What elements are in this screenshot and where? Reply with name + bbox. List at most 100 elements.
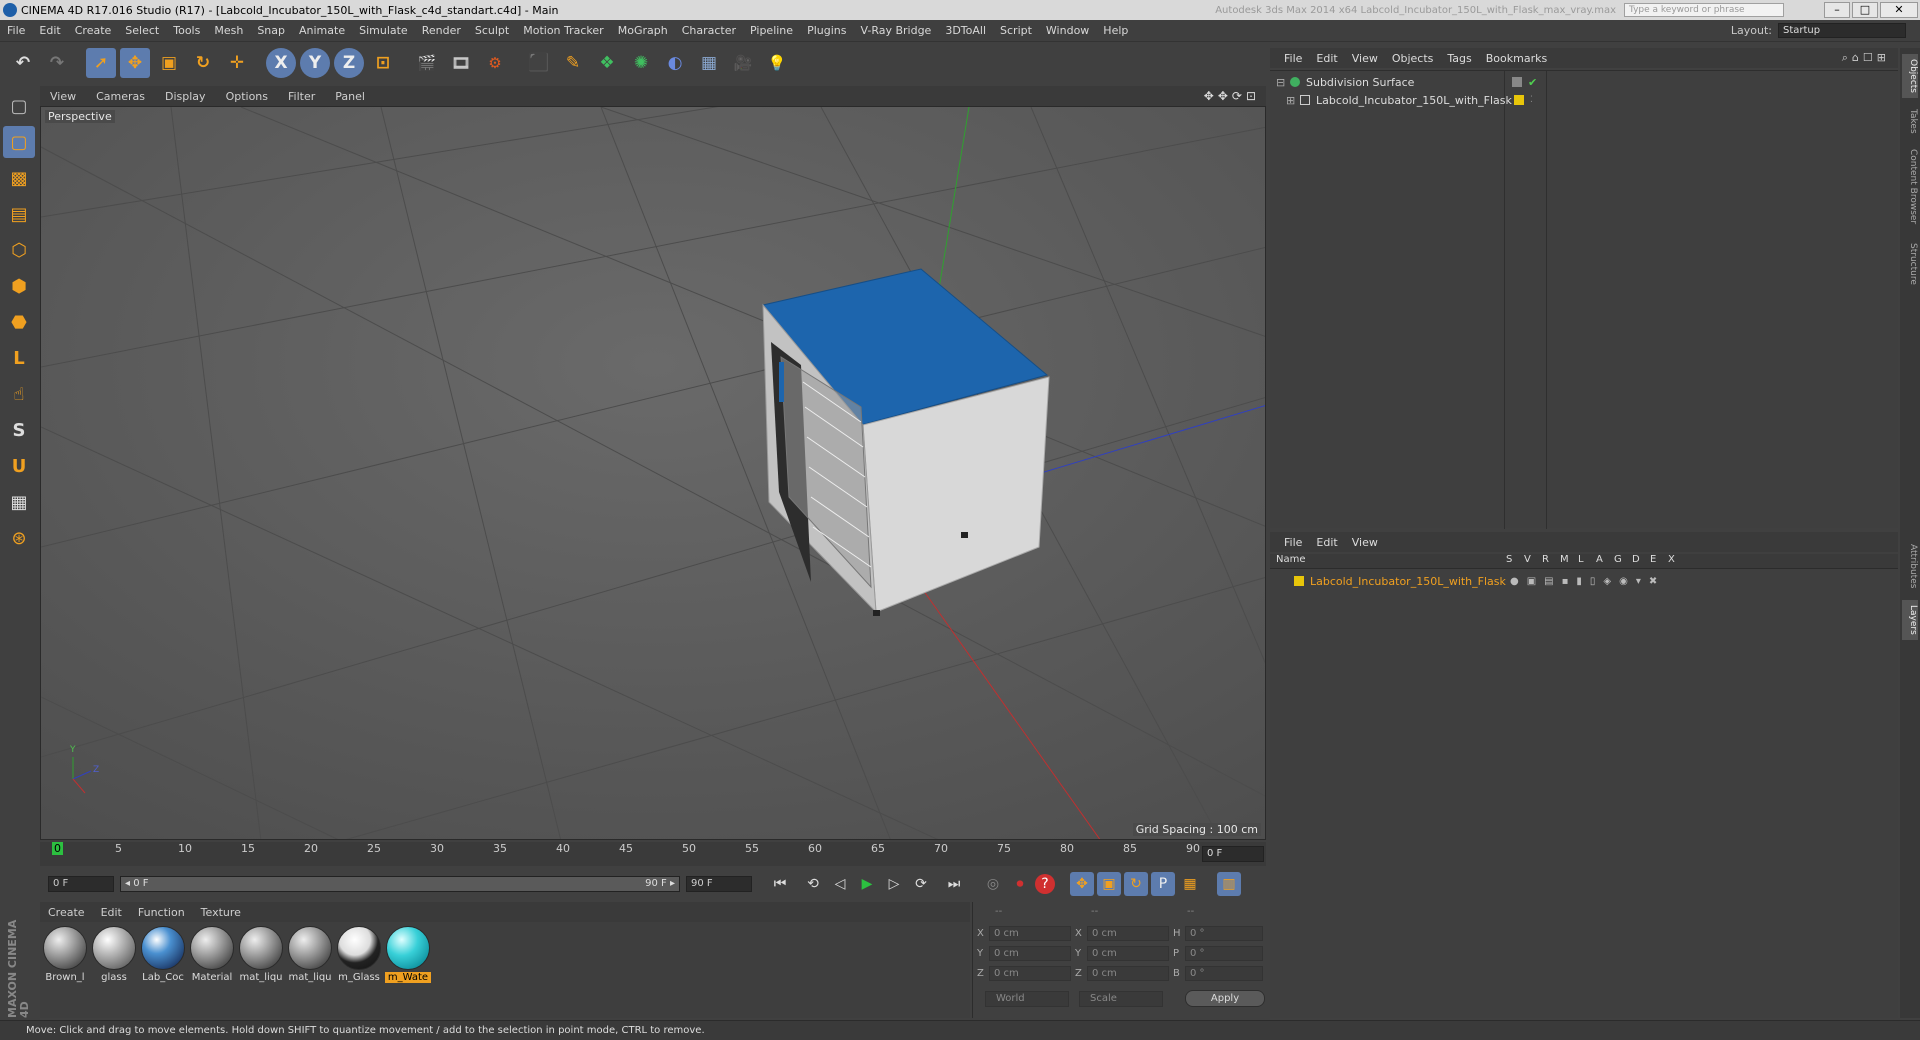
material-swatch[interactable]: glass	[91, 926, 137, 1014]
z-axis-lock-icon[interactable]: Z	[334, 48, 364, 78]
tab-takes[interactable]: Takes	[1902, 104, 1918, 138]
menu-simulate[interactable]: Simulate	[352, 24, 415, 37]
next-key-icon[interactable]: ⟳	[909, 872, 933, 896]
objects-menu-view[interactable]: View	[1345, 52, 1385, 65]
last-tool-icon[interactable]: ✛	[222, 48, 252, 78]
camera-icon[interactable]: 🎥	[728, 48, 758, 78]
layer-color-icon[interactable]	[1514, 95, 1524, 105]
workplane-mode-icon[interactable]: ▤	[3, 198, 35, 230]
size-y-field[interactable]: 0 cm	[1087, 946, 1169, 961]
make-editable-icon[interactable]: ▢	[3, 90, 35, 122]
points-mode-icon[interactable]: ⬡	[3, 234, 35, 266]
y-axis-lock-icon[interactable]: Y	[300, 48, 330, 78]
menu-tools[interactable]: Tools	[166, 24, 207, 37]
previous-frame-icon[interactable]: ◁	[828, 872, 852, 896]
menu-create[interactable]: Create	[68, 24, 119, 37]
rotate-tool-icon[interactable]: ↻	[188, 48, 218, 78]
key-pla-icon[interactable]: ▦	[1178, 872, 1202, 896]
menu-3dtoall[interactable]: 3DToAll	[938, 24, 993, 37]
select-tool-icon[interactable]: ➚	[86, 48, 116, 78]
subdivision-surface-icon[interactable]: ❖	[592, 48, 622, 78]
viewport-menu-filter[interactable]: Filter	[278, 90, 325, 103]
objects-menu-objects[interactable]: Objects	[1385, 52, 1441, 65]
layers-menu-edit[interactable]: Edit	[1309, 536, 1344, 549]
rotation-h-field[interactable]: 0 °	[1185, 926, 1263, 941]
cloner-icon[interactable]: ✺	[626, 48, 656, 78]
apply-button[interactable]: Apply	[1185, 990, 1265, 1007]
perspective-viewport[interactable]: Y Z Perspective Grid Spacing : 100 cm	[40, 106, 1266, 840]
next-frame-icon[interactable]: ▷	[882, 872, 906, 896]
render-settings-icon[interactable]: ⚙	[480, 48, 510, 78]
solo-icon[interactable]: S	[3, 414, 35, 446]
menu-sculpt[interactable]: Sculpt	[468, 24, 516, 37]
key-parameter-icon[interactable]: P	[1151, 872, 1175, 896]
menu-animate[interactable]: Animate	[292, 24, 352, 37]
pen-spline-icon[interactable]: ✎	[558, 48, 588, 78]
redo-icon[interactable]: ↷	[42, 48, 72, 78]
material-menu-function[interactable]: Function	[130, 906, 193, 919]
menu-help[interactable]: Help	[1096, 24, 1135, 37]
move-tool-icon[interactable]: ✥	[120, 48, 150, 78]
menu-select[interactable]: Select	[118, 24, 166, 37]
go-to-end-icon[interactable]: ⏭	[942, 872, 966, 896]
tab-attributes[interactable]: Attributes	[1902, 538, 1918, 594]
menu-motion-tracker[interactable]: Motion Tracker	[516, 24, 610, 37]
render-view-icon[interactable]: 🎬	[412, 48, 442, 78]
go-to-start-icon[interactable]: ⏮	[768, 872, 792, 896]
size-mode-dropdown[interactable]: Scale	[1079, 990, 1163, 1007]
size-z-field[interactable]: 0 cm	[1087, 966, 1169, 981]
menu-pipeline[interactable]: Pipeline	[743, 24, 800, 37]
enable-snap-icon[interactable]: ▦	[3, 486, 35, 518]
rotation-b-field[interactable]: 0 °	[1185, 966, 1263, 981]
expand-toggle-icon[interactable]: ⊞	[1286, 94, 1296, 107]
menu-file[interactable]: File	[0, 24, 32, 37]
position-z-field[interactable]: 0 cm	[989, 966, 1071, 981]
key-scale-icon[interactable]: ▣	[1097, 872, 1121, 896]
material-menu-edit[interactable]: Edit	[93, 906, 130, 919]
material-swatch[interactable]: mat_liqu	[287, 926, 333, 1014]
tab-layers[interactable]: Layers	[1902, 600, 1918, 640]
viewport-menu-display[interactable]: Display	[155, 90, 216, 103]
tab-objects[interactable]: Objects	[1902, 54, 1918, 98]
record-active-objects-icon[interactable]: ◎	[981, 872, 1005, 896]
layers-menu-view[interactable]: View	[1345, 536, 1385, 549]
frame-range-slider[interactable]: ◂ 0 F 90 F ▸	[120, 876, 680, 892]
coordinate-system-icon[interactable]: ⊡	[368, 48, 398, 78]
menu-window[interactable]: Window	[1039, 24, 1096, 37]
timeline-window-icon[interactable]: ▥	[1217, 872, 1241, 896]
position-x-field[interactable]: 0 cm	[989, 926, 1071, 941]
menu-render[interactable]: Render	[415, 24, 468, 37]
quantize-icon[interactable]: ⊛	[3, 522, 35, 554]
timeline-ruler[interactable]: 0 5 10 15 20 25 30 35 40 45 50 55 60 65 …	[40, 842, 1266, 866]
autokeying-icon[interactable]: ⏺	[1008, 872, 1032, 896]
deformer-icon[interactable]: ◐	[660, 48, 690, 78]
object-row-subdivision-surface[interactable]: ⊟ Subdivision Surface ✔	[1270, 73, 1898, 91]
objects-menu-edit[interactable]: Edit	[1309, 52, 1344, 65]
key-position-icon[interactable]: ✥	[1070, 872, 1094, 896]
undo-icon[interactable]: ↶	[8, 48, 38, 78]
light-icon[interactable]: 💡	[762, 48, 792, 78]
polygons-mode-icon[interactable]: ⬣	[3, 306, 35, 338]
keyframe-selection-icon[interactable]: ?	[1035, 874, 1055, 894]
current-frame-field[interactable]: 0 F	[1202, 846, 1264, 862]
viewport-menu-cameras[interactable]: Cameras	[86, 90, 155, 103]
menu-vray-bridge[interactable]: V-Ray Bridge	[853, 24, 938, 37]
material-swatch[interactable]: Lab_Coc	[140, 926, 186, 1014]
rotation-p-field[interactable]: 0 °	[1185, 946, 1263, 961]
floor-icon[interactable]: ▦	[694, 48, 724, 78]
scale-tool-icon[interactable]: ▣	[154, 48, 184, 78]
material-swatch-selected[interactable]: m_Wate	[385, 926, 431, 1014]
axis-mode-icon[interactable]: L	[3, 342, 35, 374]
material-menu-texture[interactable]: Texture	[193, 906, 249, 919]
size-x-field[interactable]: 0 cm	[1087, 926, 1169, 941]
viewport-menu-panel[interactable]: Panel	[325, 90, 375, 103]
menu-edit[interactable]: Edit	[32, 24, 67, 37]
edges-mode-icon[interactable]: ⬢	[3, 270, 35, 302]
play-icon[interactable]: ▶	[855, 872, 879, 896]
menu-mesh[interactable]: Mesh	[207, 24, 250, 37]
material-swatch[interactable]: m_Glass	[336, 926, 382, 1014]
enabled-check-icon[interactable]: ✔	[1528, 76, 1537, 89]
menu-character[interactable]: Character	[675, 24, 743, 37]
material-swatch[interactable]: mat_liqu	[238, 926, 284, 1014]
render-picture-viewer-icon[interactable]: 🎞	[446, 48, 476, 78]
